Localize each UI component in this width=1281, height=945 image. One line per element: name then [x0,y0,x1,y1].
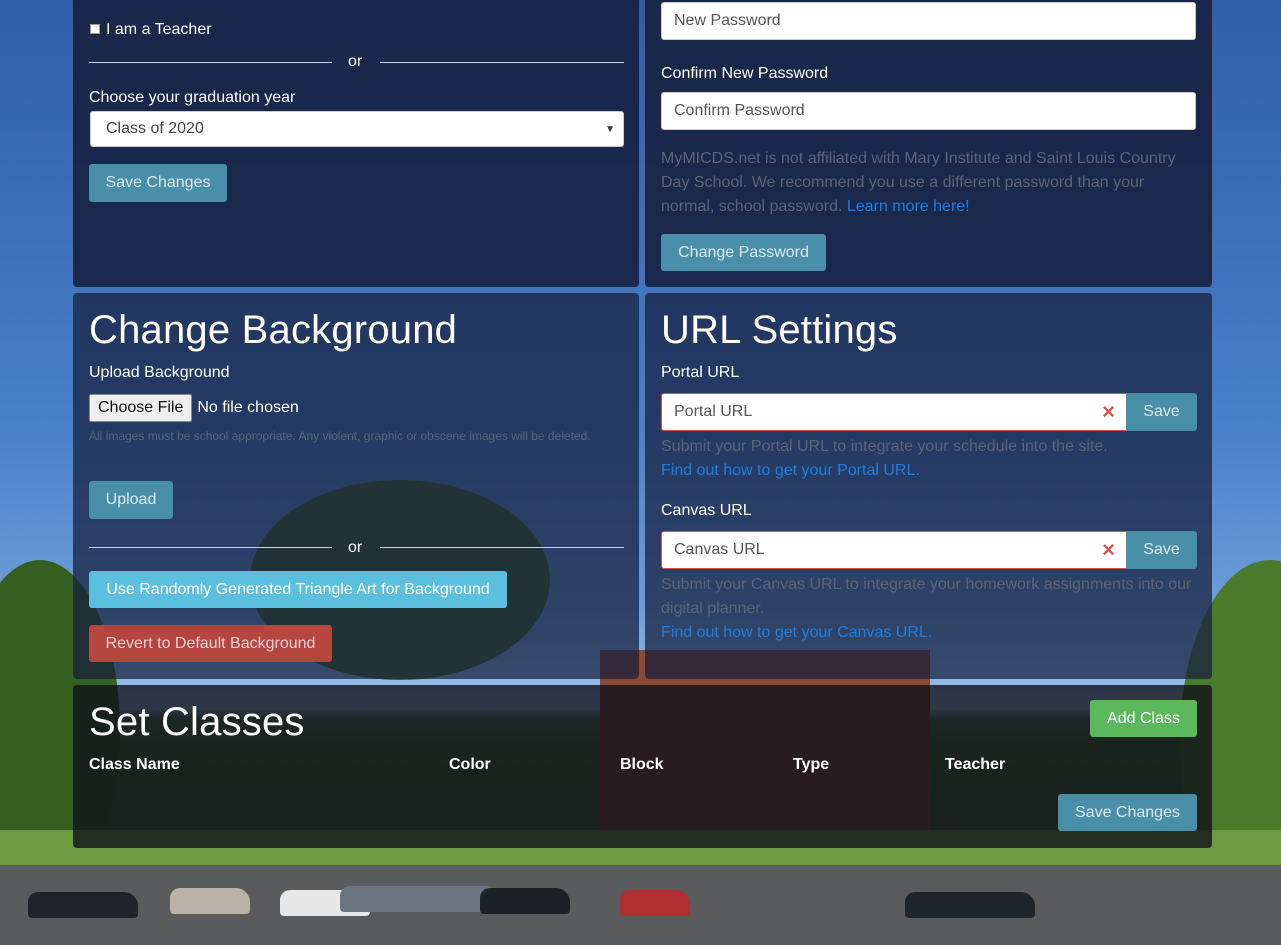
canvas-help-text: Submit your Canvas URL to integrate your… [661,576,1192,617]
url-settings-panel: URL Settings Portal URL Portal URL × Sav… [645,293,1212,679]
clear-icon[interactable]: × [1102,537,1115,563]
classes-panel: Set Classes Add Class Class Name Color B… [73,685,1212,848]
save-classes-button[interactable]: Save Changes [1058,794,1197,831]
caret-down-icon: ▼ [605,123,615,135]
upload-background-label: Upload Background [89,364,230,381]
confirm-password-label: Confirm New Password [661,65,829,82]
change-password-button[interactable]: Change Password [661,234,826,271]
password-disclaimer: MyMICDS.net is not affiliated with Mary … [661,147,1201,219]
or-text: or [348,53,363,70]
upload-help: All images must be school appropriate. A… [89,429,591,443]
column-type: Type [793,756,830,773]
or-divider-left [89,547,332,548]
portal-how-to-link[interactable]: Find out how to get your Portal URL. [661,459,1201,483]
canvas-url-placeholder: Canvas URL [674,541,765,558]
choose-file-button[interactable]: Choose File [89,394,193,422]
column-class-name: Class Name [89,756,180,773]
grade-panel: I am a Teacher or Choose your graduation… [73,0,639,287]
triangle-art-button[interactable]: Use Randomly Generated Triangle Art for … [89,571,507,608]
grad-year-value: Class of 2020 [106,120,204,137]
save-grade-button[interactable]: Save Changes [89,164,227,202]
no-file-text: No file chosen [197,399,299,416]
background-panel: Change Background Upload Background Choo… [73,293,639,679]
column-teacher: Teacher [945,756,1006,773]
or-divider-right [380,547,624,548]
canvas-url-input[interactable]: Canvas URL × [661,531,1127,569]
file-picker[interactable]: Choose File No file chosen [89,393,299,423]
add-class-button[interactable]: Add Class [1090,700,1197,737]
classes-title: Set Classes [89,700,305,744]
portal-save-button[interactable]: Save [1126,393,1197,431]
confirm-password-placeholder: Confirm Password [674,102,805,119]
upload-button[interactable]: Upload [89,481,173,519]
new-password-input[interactable]: New Password [661,2,1196,40]
password-panel: New Password Confirm New Password Confir… [645,0,1212,287]
portal-help-text: Submit your Portal URL to integrate your… [661,438,1108,455]
teacher-checkbox[interactable] [90,24,100,34]
grad-year-select[interactable]: Class of 2020 ▼ [90,111,624,147]
canvas-help: Submit your Canvas URL to integrate your… [661,573,1201,645]
confirm-password-input[interactable]: Confirm Password [661,92,1196,130]
grad-year-label: Choose your graduation year [89,89,296,106]
canvas-how-to-link[interactable]: Find out how to get your Canvas URL. [661,621,1201,645]
or-divider-right [380,62,624,63]
column-block: Block [620,756,664,773]
learn-more-link[interactable]: Learn more here! [847,198,970,215]
portal-help: Submit your Portal URL to integrate your… [661,435,1201,483]
portal-url-input[interactable]: Portal URL × [661,393,1127,431]
revert-background-button[interactable]: Revert to Default Background [89,625,332,662]
teacher-checkbox-label[interactable]: I am a Teacher [106,21,212,39]
canvas-url-label: Canvas URL [661,502,752,519]
new-password-placeholder: New Password [674,12,781,29]
canvas-save-button[interactable]: Save [1126,531,1197,569]
or-text: or [348,539,363,556]
background-title: Change Background [89,308,458,352]
clear-icon[interactable]: × [1102,399,1115,425]
column-color: Color [449,756,491,773]
portal-url-label: Portal URL [661,364,740,381]
portal-url-placeholder: Portal URL [674,403,753,420]
url-settings-title: URL Settings [661,308,898,352]
or-divider-left [89,62,332,63]
